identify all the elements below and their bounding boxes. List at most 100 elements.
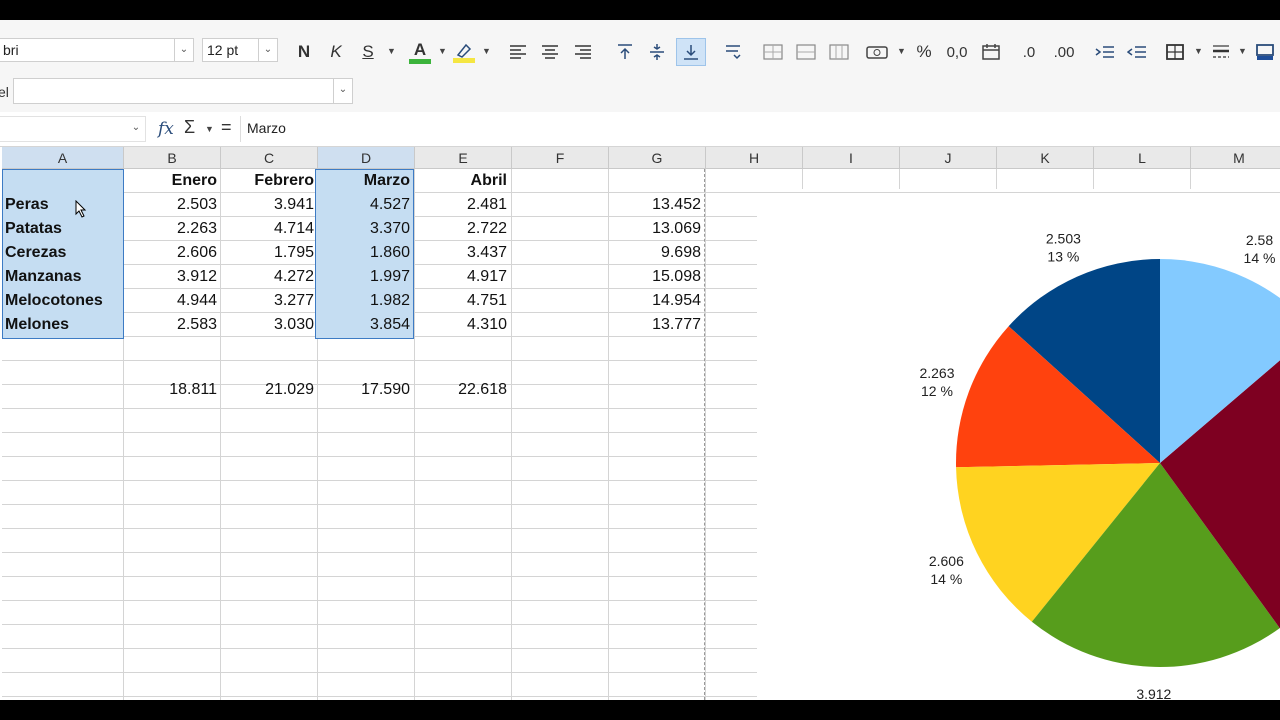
border-color-icon[interactable] — [1252, 38, 1278, 66]
column-header-l[interactable]: L — [1094, 147, 1191, 169]
cell-marzo[interactable]: 1.997 — [316, 265, 413, 289]
currency-format-icon[interactable] — [862, 38, 892, 66]
align-right-icon[interactable] — [571, 38, 595, 66]
pie-chart[interactable]: 2.50313 %2.26312 %2.60614 %3.91221 %2.58… — [757, 167, 1280, 700]
total-cell-febrero[interactable]: 21.029 — [220, 378, 317, 402]
align-top-icon[interactable] — [612, 38, 638, 66]
border-style-icon[interactable] — [1208, 38, 1234, 66]
column-header-m[interactable]: M — [1191, 147, 1280, 169]
chevron-down-icon[interactable]: ▼ — [205, 124, 214, 134]
total-cell-enero[interactable]: 18.811 — [123, 378, 220, 402]
cell-abril[interactable]: 2.481 — [413, 193, 510, 217]
total-cell-marzo[interactable]: 17.590 — [316, 378, 413, 402]
cell-marzo[interactable]: 1.982 — [316, 289, 413, 313]
cell-abril[interactable]: 4.917 — [413, 265, 510, 289]
cell-total-row[interactable]: 15.098 — [607, 265, 704, 289]
percent-format-button[interactable]: % — [912, 38, 936, 66]
merge-cells-icon[interactable] — [760, 38, 786, 66]
column-header-g[interactable]: G — [609, 147, 706, 169]
unmerge-cells-icon[interactable] — [826, 38, 852, 66]
formula-input[interactable]: Marzo — [240, 116, 1280, 142]
font-size-box[interactable]: 12 pt ⌄ — [202, 38, 278, 62]
header-cell-febrero[interactable]: Febrero — [220, 169, 317, 193]
cell-abril[interactable]: 4.310 — [413, 313, 510, 337]
italic-button[interactable]: K — [324, 38, 348, 66]
bold-button[interactable]: N — [292, 38, 316, 66]
font-name-box[interactable]: bri ⌄ — [0, 38, 194, 62]
cell-marzo[interactable]: 4.527 — [316, 193, 413, 217]
center-vertically-icon[interactable] — [644, 38, 670, 66]
column-header-i[interactable]: I — [803, 147, 900, 169]
add-decimal-button[interactable]: .0 — [1014, 38, 1044, 66]
column-header-e[interactable]: E — [415, 147, 512, 169]
row-label[interactable]: Manzanas — [2, 265, 124, 289]
cell-febrero[interactable]: 3.941 — [220, 193, 317, 217]
cell-total-row[interactable]: 9.698 — [607, 241, 704, 265]
chevron-down-icon[interactable]: ⌄ — [333, 79, 352, 103]
wrap-text-icon[interactable] — [720, 38, 746, 66]
cell-enero[interactable]: 2.263 — [123, 217, 220, 241]
number-format-button[interactable]: 0,0 — [942, 38, 972, 66]
cell-marzo[interactable]: 3.854 — [316, 313, 413, 337]
chevron-down-icon[interactable]: ▼ — [387, 46, 396, 56]
row-label[interactable]: Peras — [2, 193, 124, 217]
chevron-down-icon[interactable]: ⌄ — [127, 117, 145, 141]
chevron-down-icon[interactable]: ▼ — [482, 46, 491, 56]
cell-abril[interactable]: 4.751 — [413, 289, 510, 313]
row-label[interactable]: Patatas — [2, 217, 124, 241]
column-header-j[interactable]: J — [900, 147, 997, 169]
align-center-icon[interactable] — [538, 38, 562, 66]
cell-febrero[interactable]: 1.795 — [220, 241, 317, 265]
chevron-down-icon[interactable]: ▼ — [1194, 46, 1203, 56]
remove-decimal-button[interactable]: .00 — [1048, 38, 1080, 66]
header-cell-marzo[interactable]: Marzo — [316, 169, 413, 193]
cell-total-row[interactable]: 13.452 — [607, 193, 704, 217]
cell-enero[interactable]: 2.606 — [123, 241, 220, 265]
cell-enero[interactable]: 4.944 — [123, 289, 220, 313]
cell-abril[interactable]: 3.437 — [413, 241, 510, 265]
cell-marzo[interactable]: 1.860 — [316, 241, 413, 265]
column-header-k[interactable]: K — [997, 147, 1094, 169]
function-wizard-icon[interactable]: fx — [158, 119, 174, 139]
sum-icon[interactable]: Σ — [184, 117, 195, 138]
column-header-a[interactable]: A — [2, 147, 124, 169]
spreadsheet-grid[interactable]: ABCDEFGHIJKLM Enero Febrero Marzo Abril … — [0, 147, 1280, 700]
align-left-icon[interactable] — [506, 38, 530, 66]
merge-center-icon[interactable] — [793, 38, 819, 66]
cell-febrero[interactable]: 4.714 — [220, 217, 317, 241]
cell-marzo[interactable]: 3.370 — [316, 217, 413, 241]
cell-total-row[interactable]: 14.954 — [607, 289, 704, 313]
header-cell-abril[interactable]: Abril — [413, 169, 510, 193]
underline-button[interactable]: S — [356, 38, 380, 66]
chevron-down-icon[interactable]: ⌄ — [258, 39, 277, 61]
name-box[interactable]: ⌄ — [0, 116, 146, 142]
row-label[interactable]: Melocotones — [2, 289, 124, 313]
column-header-f[interactable]: F — [512, 147, 609, 169]
align-bottom-icon[interactable] — [676, 38, 706, 66]
cell-enero[interactable]: 3.912 — [123, 265, 220, 289]
cell-enero[interactable]: 2.503 — [123, 193, 220, 217]
equals-icon[interactable]: = — [221, 117, 232, 138]
font-color-button[interactable]: A — [406, 38, 434, 66]
chevron-down-icon[interactable]: ▼ — [438, 46, 447, 56]
style-select[interactable]: ⌄ — [13, 78, 353, 104]
chevron-down-icon[interactable]: ▼ — [897, 46, 906, 56]
highlight-color-button[interactable] — [450, 38, 478, 66]
cell-total-row[interactable]: 13.069 — [607, 217, 704, 241]
chevron-down-icon[interactable]: ▼ — [1238, 46, 1247, 56]
cell-enero[interactable]: 2.583 — [123, 313, 220, 337]
cell-total-row[interactable]: 13.777 — [607, 313, 704, 337]
column-header-b[interactable]: B — [124, 147, 221, 169]
total-cell-abril[interactable]: 22.618 — [413, 378, 510, 402]
column-header-c[interactable]: C — [221, 147, 318, 169]
header-cell-enero[interactable]: Enero — [123, 169, 220, 193]
chevron-down-icon[interactable]: ⌄ — [174, 39, 193, 61]
cell-febrero[interactable]: 3.277 — [220, 289, 317, 313]
row-label[interactable]: Melones — [2, 313, 124, 337]
column-header-h[interactable]: H — [706, 147, 803, 169]
increase-indent-icon[interactable] — [1092, 38, 1118, 66]
date-format-icon[interactable] — [978, 38, 1004, 66]
decrease-indent-icon[interactable] — [1124, 38, 1150, 66]
row-label[interactable]: Cerezas — [2, 241, 124, 265]
cell-abril[interactable]: 2.722 — [413, 217, 510, 241]
